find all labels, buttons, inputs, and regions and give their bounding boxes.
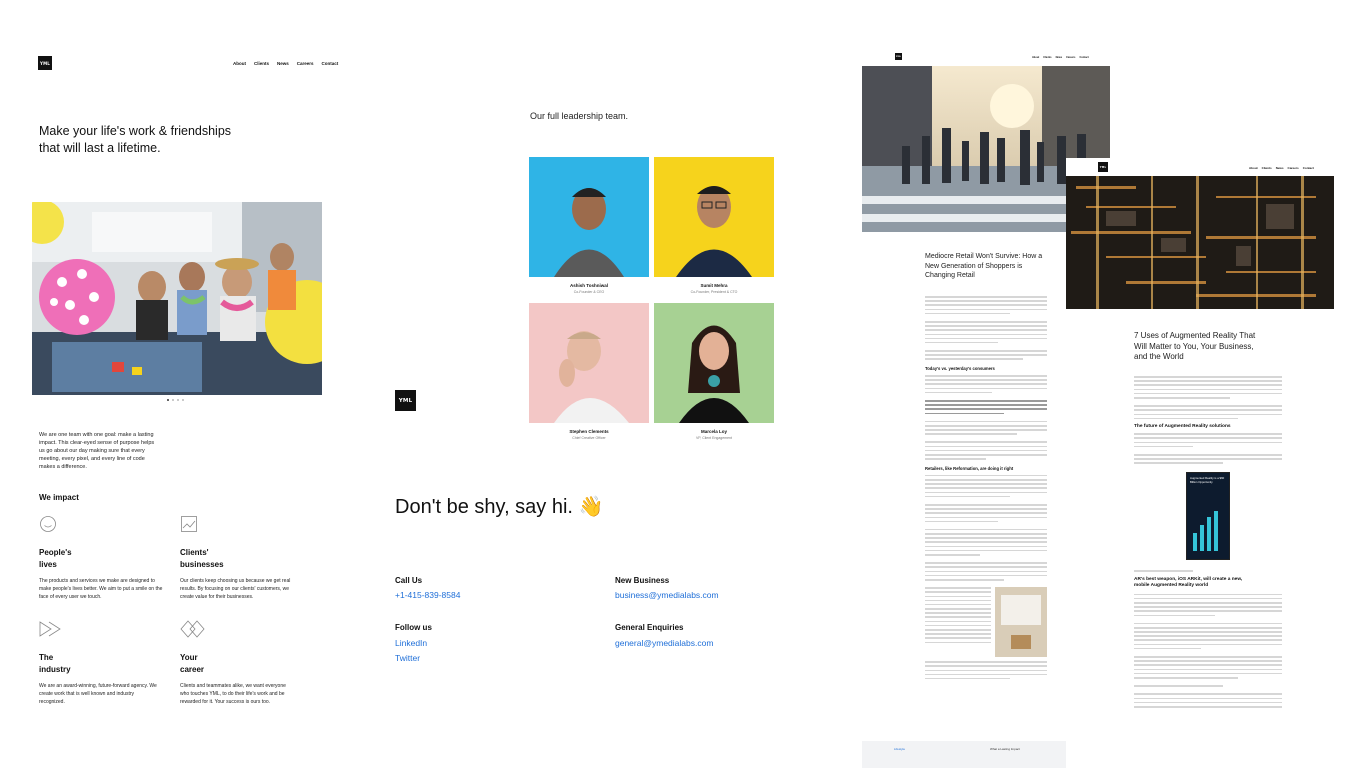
leader-card[interactable]: Sumit Mehra Co-Founder, President & CTO bbox=[654, 157, 774, 294]
leader-card[interactable]: Marcela Loy VP, Client Engagement bbox=[654, 303, 774, 440]
nav-contact[interactable]: Contact bbox=[1079, 56, 1088, 59]
growth-chart-icon bbox=[181, 516, 197, 532]
article-one-nav: About Clients News Careers Contact bbox=[1032, 56, 1089, 59]
impact-title-1: Your bbox=[180, 653, 198, 662]
nav-about[interactable]: About bbox=[233, 61, 246, 66]
article-one-inline-photo bbox=[995, 587, 1047, 658]
article-two-title: 7 Uses of Augmented Reality That Will Ma… bbox=[1134, 331, 1256, 361]
smiley-face-icon bbox=[40, 516, 56, 532]
nav-careers[interactable]: Careers bbox=[1066, 56, 1075, 59]
leader-photo bbox=[529, 157, 649, 277]
leader-card[interactable]: Stephen Clements Chief Creative Officer bbox=[529, 303, 649, 440]
impact-title-1: Clients' bbox=[180, 548, 209, 557]
leadership-title: Our full leadership team. bbox=[530, 111, 629, 121]
general-enquiries-label: General Enquiries bbox=[615, 623, 684, 632]
call-us-label: Call Us bbox=[395, 576, 423, 585]
impact-block-industry: The industry We are an award-winning, fu… bbox=[39, 620, 159, 706]
impact-text: We are an award-winning, future-forward … bbox=[39, 683, 157, 705]
leader-role: Co-Founder & CEO bbox=[573, 290, 605, 294]
yml-logo[interactable]: YML bbox=[395, 390, 416, 411]
team-party-photo bbox=[32, 202, 322, 395]
nav-clients[interactable]: Clients bbox=[1043, 56, 1051, 59]
article-one-page: YML About Clients News Careers Contact M… bbox=[862, 48, 1110, 768]
main-nav: About Clients News Careers Contact bbox=[233, 61, 338, 66]
impact-text: The products and services we make are de… bbox=[39, 578, 163, 600]
leader-role: Co-Founder, President & CTO bbox=[690, 290, 738, 294]
leader-name: Marcela Loy bbox=[700, 429, 727, 434]
general-email-link[interactable]: general@ymedialabs.com bbox=[615, 638, 713, 648]
impact-block-career: Your career Clients and teammates alike,… bbox=[180, 620, 295, 706]
nav-clients[interactable]: Clients bbox=[254, 61, 269, 66]
impact-title-2: career bbox=[180, 665, 205, 674]
hero-heading: Make your life's work & friendships that… bbox=[39, 123, 231, 157]
article-two-nav: About Clients News Careers Contact bbox=[1249, 166, 1314, 170]
new-business-label: New Business bbox=[615, 576, 670, 585]
leader-photo bbox=[654, 157, 774, 277]
nav-news[interactable]: News bbox=[277, 61, 289, 66]
yml-logo[interactable]: YML bbox=[895, 53, 902, 60]
diamond-shapes-icon bbox=[180, 620, 205, 638]
ar-phone-mockup: Augmented Reality is a $60 Billion Oppor… bbox=[1186, 472, 1230, 560]
hero-line-2: that will last a lifetime. bbox=[39, 141, 161, 155]
article-one-subheading: Retailers, like Reformation, are doing i… bbox=[925, 465, 1014, 471]
impact-title-2: businesses bbox=[180, 560, 224, 569]
article-one-footer: Lifestyle What a Lasting Impact bbox=[862, 741, 1066, 768]
leader-role: Chief Creative Officer bbox=[572, 436, 606, 440]
nav-about[interactable]: About bbox=[1032, 56, 1039, 59]
footer-related-title[interactable]: What a Lasting Impact bbox=[990, 747, 1020, 751]
city-night-aerial-photo bbox=[1066, 176, 1334, 309]
impact-title-2: lives bbox=[39, 560, 57, 569]
intro-paragraph: We are one team with one goal: make a la… bbox=[39, 432, 155, 470]
article-two-page: YML About Clients News Careers Contact 7… bbox=[1066, 158, 1366, 768]
impact-title-2: industry bbox=[39, 665, 71, 674]
carousel-dot[interactable] bbox=[177, 399, 179, 401]
article-one-body: Today's vs. yesterday's consumers Retail… bbox=[925, 296, 1047, 682]
yml-logo[interactable]: YML bbox=[1098, 162, 1108, 172]
leader-role: VP, Client Engagement bbox=[696, 436, 732, 440]
phone-link[interactable]: +1-415-839-8584 bbox=[395, 590, 460, 600]
article-two-subheading: The future of Augmented Reality solution… bbox=[1134, 424, 1231, 430]
nav-careers[interactable]: Careers bbox=[297, 61, 314, 66]
linkedin-link[interactable]: LinkedIn bbox=[395, 638, 427, 648]
impact-title-1: The bbox=[39, 653, 54, 662]
footer-lifestyle-link[interactable]: Lifestyle bbox=[894, 747, 905, 751]
nav-contact[interactable]: Contact bbox=[322, 61, 339, 66]
nav-contact[interactable]: Contact bbox=[1303, 166, 1314, 170]
new-business-email-link[interactable]: business@ymedialabs.com bbox=[615, 590, 719, 600]
impact-text: Our clients keep choosing us because we … bbox=[180, 578, 291, 600]
article-one-title: Mediocre Retail Won't Survive: How a New… bbox=[925, 253, 1043, 279]
carousel-dot[interactable] bbox=[172, 399, 174, 401]
impact-heading: We impact bbox=[39, 493, 79, 502]
carousel-dot[interactable] bbox=[182, 399, 184, 401]
leader-name: Ashish Toshniwal bbox=[570, 283, 608, 288]
carousel-dot[interactable] bbox=[167, 399, 169, 401]
article-two-subheading: AR's best weapon, iOS ARKit, will create… bbox=[1134, 576, 1243, 589]
nav-about[interactable]: About bbox=[1249, 166, 1258, 170]
nav-news[interactable]: News bbox=[1056, 56, 1063, 59]
phone-caption: Augmented Reality is a $60 Billion Oppor… bbox=[1190, 476, 1225, 484]
leader-name: Stephen Clements bbox=[569, 429, 609, 434]
contact-heading: Don't be shy, say hi. 👋 bbox=[395, 496, 604, 518]
follow-us-label: Follow us bbox=[395, 623, 432, 632]
twitter-link[interactable]: Twitter bbox=[395, 653, 420, 663]
nav-careers[interactable]: Careers bbox=[1288, 166, 1299, 170]
article-two-body: The future of Augmented Reality solution… bbox=[1134, 376, 1282, 710]
leader-photo bbox=[654, 303, 774, 423]
hero-line-1: Make your life's work & friendships bbox=[39, 124, 232, 138]
yml-logo[interactable]: YML bbox=[38, 56, 52, 70]
leader-card[interactable]: Ashish Toshniwal Co-Founder & CEO bbox=[529, 157, 649, 294]
nav-news[interactable]: News bbox=[1276, 166, 1284, 170]
leader-photo bbox=[529, 303, 649, 423]
impact-block-people: People's lives The products and services… bbox=[39, 515, 164, 601]
nav-clients[interactable]: Clients bbox=[1262, 166, 1272, 170]
impact-block-clients: Clients' businesses Our clients keep cho… bbox=[180, 515, 300, 601]
forward-arrows-icon bbox=[39, 621, 61, 637]
impact-title-1: People's bbox=[39, 548, 72, 557]
leader-name: Sumit Mehra bbox=[700, 283, 728, 288]
impact-text: Clients and teammates alike, we want eve… bbox=[180, 683, 286, 705]
carousel-dots[interactable] bbox=[167, 399, 184, 401]
article-one-subheading: Today's vs. yesterday's consumers bbox=[925, 366, 995, 372]
